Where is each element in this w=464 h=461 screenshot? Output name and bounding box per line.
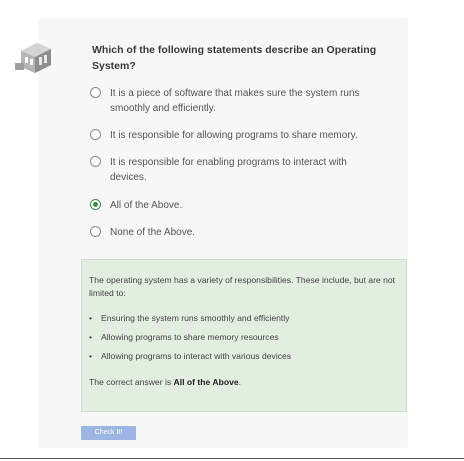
- feedback-panel: The operating system has a variety of re…: [81, 259, 407, 412]
- answer-suffix: .: [238, 377, 242, 387]
- option-1[interactable]: It is a piece of software that makes sur…: [90, 86, 380, 116]
- feedback-bullet: Ensuring the system runs smoothly and ef…: [89, 312, 398, 325]
- option-4[interactable]: All of the Above.: [90, 198, 380, 213]
- option-3[interactable]: It is responsible for enabling programs …: [90, 155, 380, 185]
- radio-option-3[interactable]: [90, 156, 101, 167]
- answer-prefix: The correct answer is: [89, 377, 174, 387]
- feedback-bullet: Allowing programs to interact with vario…: [89, 350, 398, 363]
- option-2-label: It is responsible for allowing programs …: [110, 130, 358, 141]
- option-1-label: It is a piece of software that makes sur…: [110, 88, 360, 114]
- check-it-button[interactable]: Check It!: [81, 426, 136, 440]
- option-2[interactable]: It is responsible for allowing programs …: [90, 128, 380, 143]
- building-icon: [15, 43, 51, 73]
- radio-option-1[interactable]: [90, 87, 101, 98]
- question-text: Which of the following statements descri…: [92, 44, 377, 72]
- radio-option-2[interactable]: [90, 129, 101, 140]
- feedback-intro: The operating system has a variety of re…: [89, 275, 396, 298]
- feedback-answer: The correct answer is All of the Above.: [89, 376, 398, 389]
- option-3-label: It is responsible for enabling programs …: [110, 157, 347, 183]
- option-5-label: None of the Above.: [110, 227, 196, 238]
- feedback-bullet: Allowing programs to share memory resour…: [89, 331, 398, 344]
- answer-value: All of the Above: [173, 377, 239, 387]
- radio-option-4[interactable]: [90, 199, 101, 210]
- radio-option-5[interactable]: [90, 226, 101, 237]
- divider: [0, 458, 464, 459]
- option-5[interactable]: None of the Above.: [90, 225, 380, 240]
- option-4-label: All of the Above.: [110, 200, 183, 211]
- feedback-list: Ensuring the system runs smoothly and ef…: [89, 312, 398, 363]
